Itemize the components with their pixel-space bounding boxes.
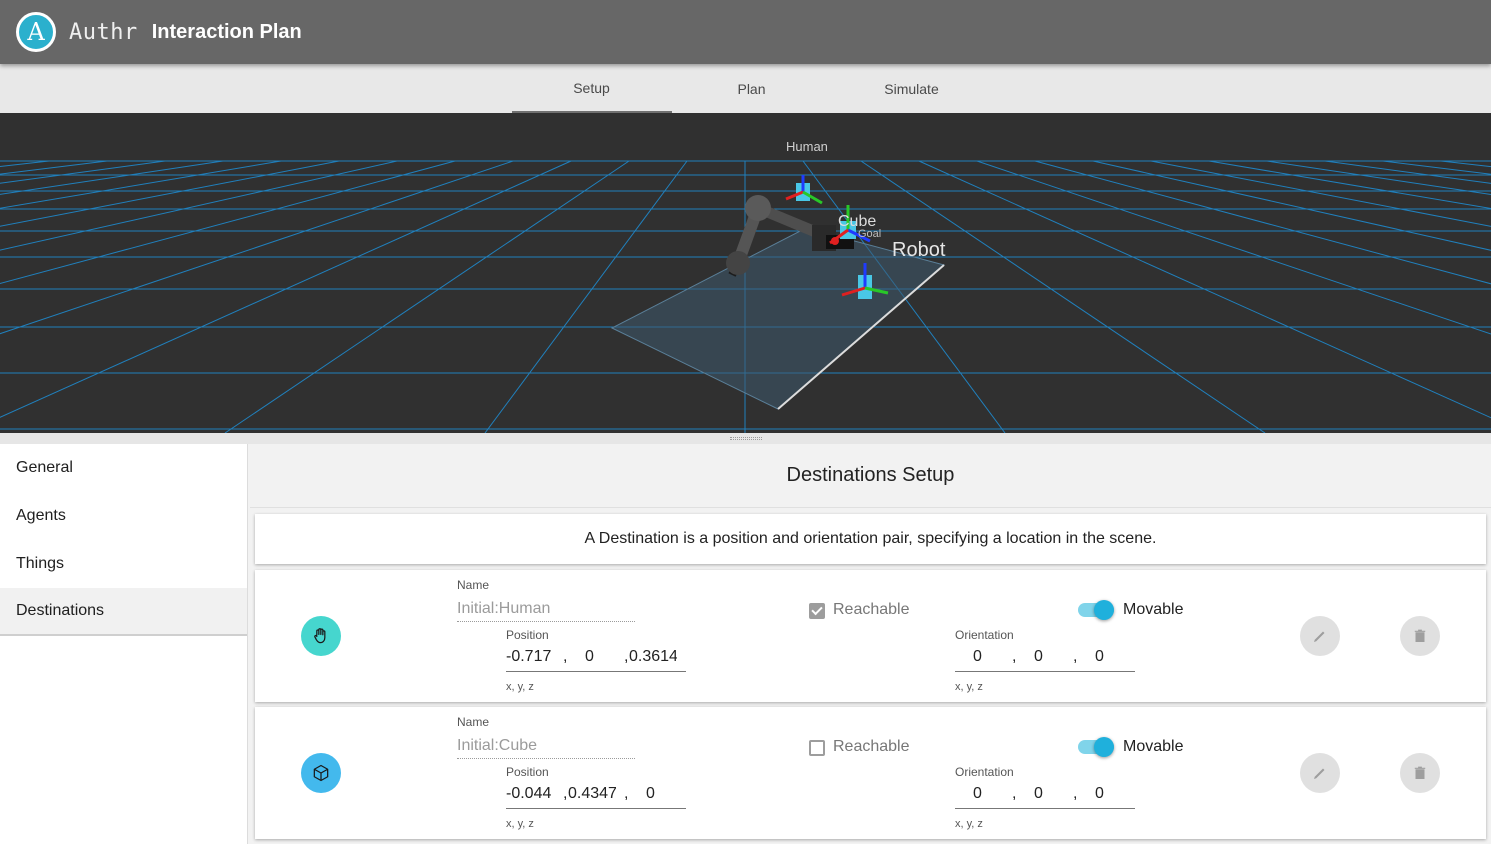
reachable-checkbox[interactable]	[809, 603, 825, 619]
scene-canvas: Human Cube Goal Robot	[0, 139, 1491, 433]
hand-icon	[314, 628, 326, 644]
logo-letter: A	[27, 18, 45, 46]
destination-avatar	[301, 616, 341, 656]
name-label: Name	[457, 578, 490, 592]
tab-simulate[interactable]: Simulate	[832, 64, 992, 113]
brand-name: Authr	[69, 19, 138, 45]
comma-separator: ,	[624, 648, 629, 665]
tab-plan[interactable]: Plan	[672, 64, 832, 113]
tab-bar: Setup Plan Simulate	[0, 64, 1491, 113]
orientation-z[interactable]: 0	[1095, 785, 1104, 803]
brush-icon	[1314, 768, 1325, 779]
reachable-checkbox[interactable]	[809, 740, 825, 756]
panel-resize-handle[interactable]	[0, 433, 1491, 444]
position-label: Position	[506, 765, 549, 779]
comma-separator: ,	[1012, 785, 1017, 802]
movable-label: Movable	[1123, 601, 1184, 618]
movable-label: Movable	[1123, 738, 1184, 755]
orientation-y[interactable]: 0	[1034, 648, 1043, 666]
destinations-panel: Destinations Setup A Destination is a po…	[250, 444, 1491, 844]
position-input[interactable]: -0.044 , 0.4347 , 0	[506, 783, 686, 809]
position-z[interactable]: 0	[646, 785, 655, 803]
destination-card: Name Initial:Human Position -0.717 , 0 ,…	[255, 570, 1486, 702]
delete-button[interactable]	[1400, 753, 1440, 793]
toggle-knob	[1094, 600, 1114, 620]
position-label: Position	[506, 628, 549, 642]
scene-label-robot: Robot	[892, 239, 946, 261]
section-title: Destinations Setup	[250, 444, 1491, 508]
sidebar-item-destinations[interactable]: Destinations	[0, 588, 247, 636]
comma-separator: ,	[1012, 648, 1017, 665]
delete-button[interactable]	[1400, 616, 1440, 656]
orientation-input[interactable]: 0 , 0 , 0	[955, 783, 1135, 809]
comma-separator: ,	[1073, 785, 1078, 802]
orientation-label: Orientation	[955, 628, 1014, 642]
orientation-label: Orientation	[955, 765, 1014, 779]
orientation-x[interactable]: 0	[973, 648, 982, 666]
scene-label-human: Human	[786, 139, 828, 154]
trash-icon	[1414, 766, 1426, 779]
page-title: Interaction Plan	[151, 20, 302, 43]
brush-icon	[1314, 631, 1325, 642]
orientation-y[interactable]: 0	[1034, 785, 1043, 803]
comma-separator: ,	[624, 785, 629, 802]
destination-avatar	[301, 753, 341, 793]
sidebar-item-things[interactable]: Things	[0, 540, 247, 588]
description-card: A Destination is a position and orientat…	[255, 514, 1486, 564]
sidebar: General Agents Things Destinations	[0, 444, 248, 844]
movable-toggle[interactable]	[1078, 600, 1114, 620]
name-label: Name	[457, 715, 490, 729]
position-x[interactable]: -0.044	[506, 785, 551, 803]
cube-icon	[313, 764, 329, 782]
edit-button[interactable]	[1300, 616, 1340, 656]
scene-viewport[interactable]: Human Cube Goal Robot	[0, 113, 1491, 433]
xyz-hint: x, y, z	[955, 681, 983, 693]
tab-setup[interactable]: Setup	[511, 64, 672, 113]
comma-separator: ,	[1073, 648, 1078, 665]
authr-logo[interactable]: A	[16, 12, 56, 52]
xyz-hint: x, y, z	[506, 681, 534, 693]
grip-dots	[729, 437, 762, 440]
orientation-input[interactable]: 0 , 0 , 0	[955, 646, 1135, 672]
position-y[interactable]: 0.4347	[568, 785, 616, 803]
movable-toggle[interactable]	[1078, 737, 1114, 757]
position-x[interactable]: -0.717	[506, 648, 551, 666]
edit-button[interactable]	[1300, 753, 1340, 793]
scene-label-goal: Goal	[858, 228, 881, 240]
xyz-hint: x, y, z	[506, 818, 534, 830]
position-input[interactable]: -0.717 , 0 , 0.3614	[506, 646, 686, 672]
trash-icon	[1414, 629, 1426, 642]
orientation-z[interactable]: 0	[1095, 648, 1104, 666]
position-z[interactable]: 0.3614	[629, 648, 677, 666]
comma-separator: ,	[563, 785, 568, 802]
sidebar-item-general[interactable]: General	[0, 444, 247, 492]
name-field[interactable]: Initial:Cube	[457, 735, 635, 759]
reachable-label: Reachable	[833, 601, 910, 618]
reachable-label: Reachable	[833, 738, 910, 755]
xyz-hint: x, y, z	[955, 818, 983, 830]
position-y[interactable]: 0	[585, 648, 594, 666]
sidebar-item-agents[interactable]: Agents	[0, 492, 247, 540]
comma-separator: ,	[563, 648, 568, 665]
app-bar: A Authr Interaction Plan	[0, 0, 1491, 64]
toggle-knob	[1094, 737, 1114, 757]
orientation-x[interactable]: 0	[973, 785, 982, 803]
destination-card: Name Initial:Cube Position -0.044 , 0.43…	[255, 707, 1486, 839]
name-field[interactable]: Initial:Human	[457, 598, 635, 622]
